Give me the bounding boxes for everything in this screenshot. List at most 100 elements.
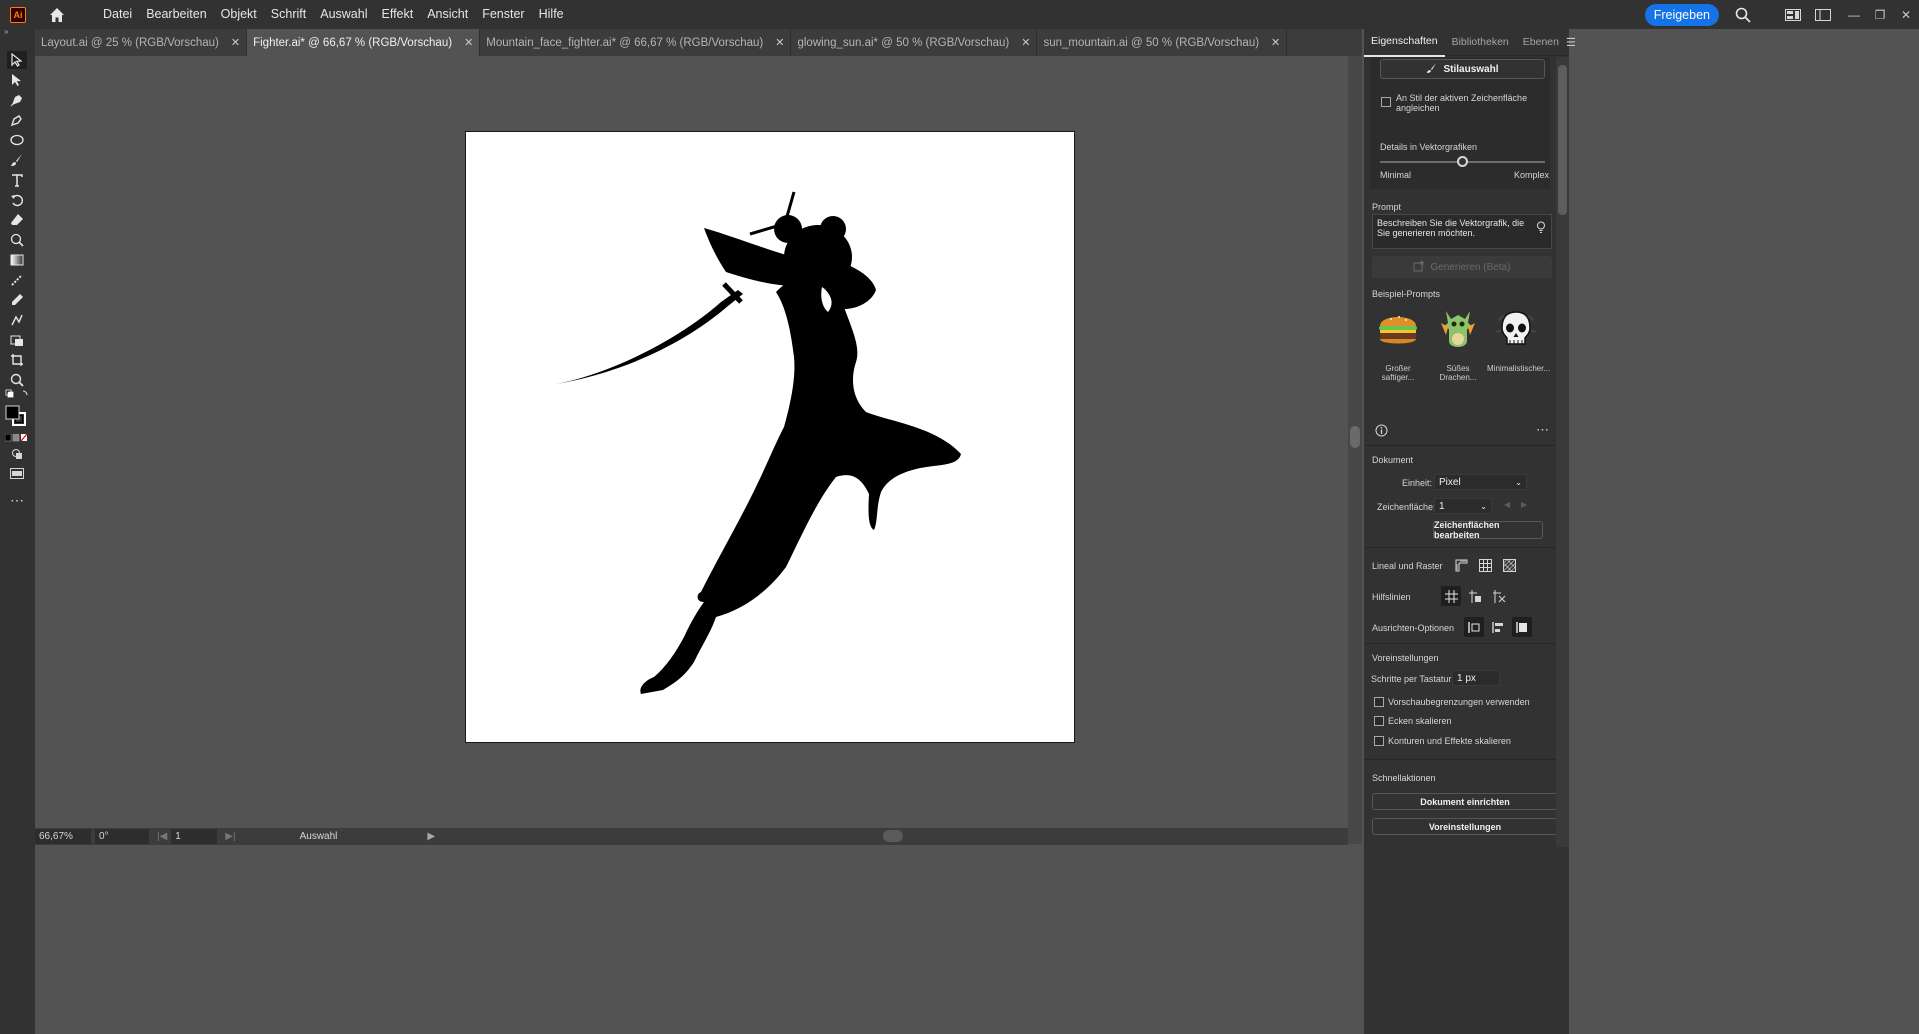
fighter-silhouette-artwork[interactable] — [466, 132, 1074, 742]
zoom-field[interactable]: 66,67% — [35, 829, 91, 844]
gradient-tool-icon[interactable] — [7, 251, 27, 269]
detail-slider-handle[interactable] — [1456, 156, 1468, 167]
zoom-tool-icon[interactable] — [7, 371, 27, 389]
align-to-artboard-icon[interactable] — [1512, 617, 1532, 637]
screen-mode-icon[interactable] — [7, 465, 27, 483]
document-setup-button[interactable]: Dokument einrichten — [1372, 793, 1558, 810]
panel-menu-icon[interactable]: ☰ — [1566, 36, 1576, 49]
artboard[interactable] — [465, 131, 1075, 743]
collapse-toolbar-icon[interactable]: » — [4, 27, 8, 36]
preview-bounds-checkbox[interactable] — [1374, 697, 1384, 707]
skull-icon[interactable] — [1490, 299, 1542, 359]
tab-fighter[interactable]: Fighter.ai* @ 66,67 % (RGB/Vorschau) ✕ — [247, 29, 481, 56]
menu-objekt[interactable]: Objekt — [214, 0, 264, 29]
ruler-icon[interactable] — [1451, 555, 1471, 575]
pen-tool-icon[interactable] — [7, 91, 27, 109]
tab-libraries[interactable]: Bibliotheken — [1445, 29, 1516, 56]
generate-button[interactable]: Generieren (Beta) — [1372, 256, 1552, 278]
prompt-textarea[interactable]: Beschreiben Sie die Vektorgrafik, die Si… — [1372, 214, 1552, 249]
align-to-selection-icon[interactable] — [1464, 617, 1484, 637]
menu-auswahl[interactable]: Auswahl — [313, 0, 374, 29]
search-icon[interactable] — [1731, 3, 1755, 27]
close-icon[interactable]: ✕ — [775, 36, 784, 49]
canvas[interactable] — [35, 56, 1362, 828]
style-picker-button[interactable]: Stilauswahl — [1380, 59, 1545, 79]
close-icon[interactable]: ✕ — [1021, 36, 1030, 49]
tab-sun-mountain[interactable]: sun_mountain.ai @ 50 % (RGB/Vorschau) ✕ — [1037, 29, 1288, 56]
menu-effekt[interactable]: Effekt — [374, 0, 420, 29]
more-tools-icon[interactable]: ⋯ — [7, 491, 27, 509]
artboard-select[interactable]: 1 ⌄ — [1434, 498, 1492, 514]
color-mode-icon[interactable] — [4, 433, 29, 442]
shape-builder-tool-icon[interactable] — [7, 231, 27, 249]
menu-bearbeiten[interactable]: Bearbeiten — [139, 0, 213, 29]
last-artboard-icon[interactable]: ▶| — [225, 831, 235, 842]
tab-layout[interactable]: Layout.ai @ 25 % (RGB/Vorschau) ✕ — [35, 29, 248, 56]
grid-icon[interactable] — [1475, 555, 1495, 575]
perspective-grid-icon[interactable] — [1489, 586, 1509, 606]
transparency-grid-icon[interactable] — [1499, 555, 1519, 575]
menu-ansicht[interactable]: Ansicht — [420, 0, 475, 29]
smart-guides-icon[interactable] — [1465, 586, 1485, 606]
draw-mode-icon[interactable] — [7, 445, 27, 463]
slice-tool-icon[interactable] — [7, 351, 27, 369]
home-icon[interactable] — [48, 6, 66, 24]
arrange-documents-icon[interactable] — [1811, 3, 1835, 27]
eraser-tool-icon[interactable] — [7, 211, 27, 229]
guides-icon[interactable] — [1441, 586, 1461, 606]
type-tool-icon[interactable] — [7, 171, 27, 189]
artboard-tool-icon[interactable] — [7, 331, 27, 349]
menu-fenster[interactable]: Fenster — [475, 0, 531, 29]
panel-scrollbar[interactable] — [1556, 57, 1569, 847]
puppet-warp-tool-icon[interactable] — [7, 311, 27, 329]
preferences-button[interactable]: Voreinstellungen — [1372, 818, 1558, 835]
tab-glowing-sun[interactable]: glowing_sun.ai* @ 50 % (RGB/Vorschau) ✕ — [791, 29, 1038, 56]
canvas-vertical-scrollbar[interactable] — [1348, 56, 1362, 844]
paintbrush-tool-icon[interactable] — [7, 151, 27, 169]
first-artboard-icon[interactable]: |◀ — [157, 831, 167, 842]
direct-selection-tool-icon[interactable] — [7, 71, 27, 89]
menu-hilfe[interactable]: Hilfe — [532, 0, 571, 29]
workspace-switcher-icon[interactable] — [1781, 3, 1805, 27]
info-icon[interactable] — [1375, 424, 1388, 440]
close-window-icon[interactable]: ✕ — [1893, 5, 1919, 25]
next-artboard-icon[interactable]: ▶ — [1521, 500, 1527, 509]
keyboard-increment-input[interactable]: 1 px — [1452, 670, 1500, 686]
curvature-tool-icon[interactable] — [7, 111, 27, 129]
status-menu-icon[interactable]: ▶ — [427, 831, 435, 842]
edit-artboards-button[interactable]: Zeichenflächen bearbeiten — [1433, 520, 1543, 540]
tab-mountain-face-fighter[interactable]: Mountain_face_fighter.ai* @ 66,67 % (RGB… — [480, 29, 792, 56]
scroll-thumb[interactable] — [1558, 65, 1567, 215]
ellipse-tool-icon[interactable] — [7, 131, 27, 149]
dragon-icon[interactable] — [1432, 299, 1484, 359]
prev-artboard-icon[interactable]: ◀ — [1504, 500, 1510, 509]
minimize-icon[interactable]: — — [1841, 5, 1867, 25]
default-colors-icon[interactable] — [5, 389, 31, 399]
scroll-thumb[interactable] — [1350, 426, 1360, 448]
restore-icon[interactable]: ❐ — [1867, 5, 1893, 25]
eyedropper-tool-icon[interactable] — [7, 291, 27, 309]
scale-corners-checkbox[interactable] — [1374, 716, 1384, 726]
horizontal-scroll-thumb[interactable] — [883, 830, 903, 842]
tab-layers[interactable]: Ebenen — [1516, 29, 1566, 56]
close-icon[interactable]: ✕ — [464, 36, 473, 49]
share-button[interactable]: Freigeben — [1644, 3, 1719, 26]
menu-datei[interactable]: Datei — [96, 0, 139, 29]
burger-icon[interactable] — [1372, 299, 1424, 359]
rotate-tool-icon[interactable] — [7, 191, 27, 209]
tab-properties[interactable]: Eigenschaften — [1364, 28, 1445, 57]
close-icon[interactable]: ✕ — [231, 36, 240, 49]
artboard-navigator[interactable]: 1 — [171, 829, 218, 844]
blend-tool-icon[interactable] — [7, 271, 27, 289]
match-style-checkbox[interactable] — [1381, 97, 1391, 107]
scale-strokes-checkbox[interactable] — [1374, 736, 1384, 746]
fill-stroke-swatch[interactable] — [5, 405, 29, 427]
align-to-key-object-icon[interactable] — [1488, 617, 1508, 637]
selection-tool-icon[interactable] — [7, 51, 27, 69]
menu-schrift[interactable]: Schrift — [264, 0, 313, 29]
lightbulb-icon[interactable] — [1535, 220, 1547, 237]
unit-select[interactable]: Pixel ⌄ — [1434, 474, 1527, 490]
close-icon[interactable]: ✕ — [1271, 36, 1280, 49]
more-options-icon[interactable]: ⋯ — [1536, 422, 1549, 438]
rotation-field[interactable]: 0° — [95, 829, 149, 844]
